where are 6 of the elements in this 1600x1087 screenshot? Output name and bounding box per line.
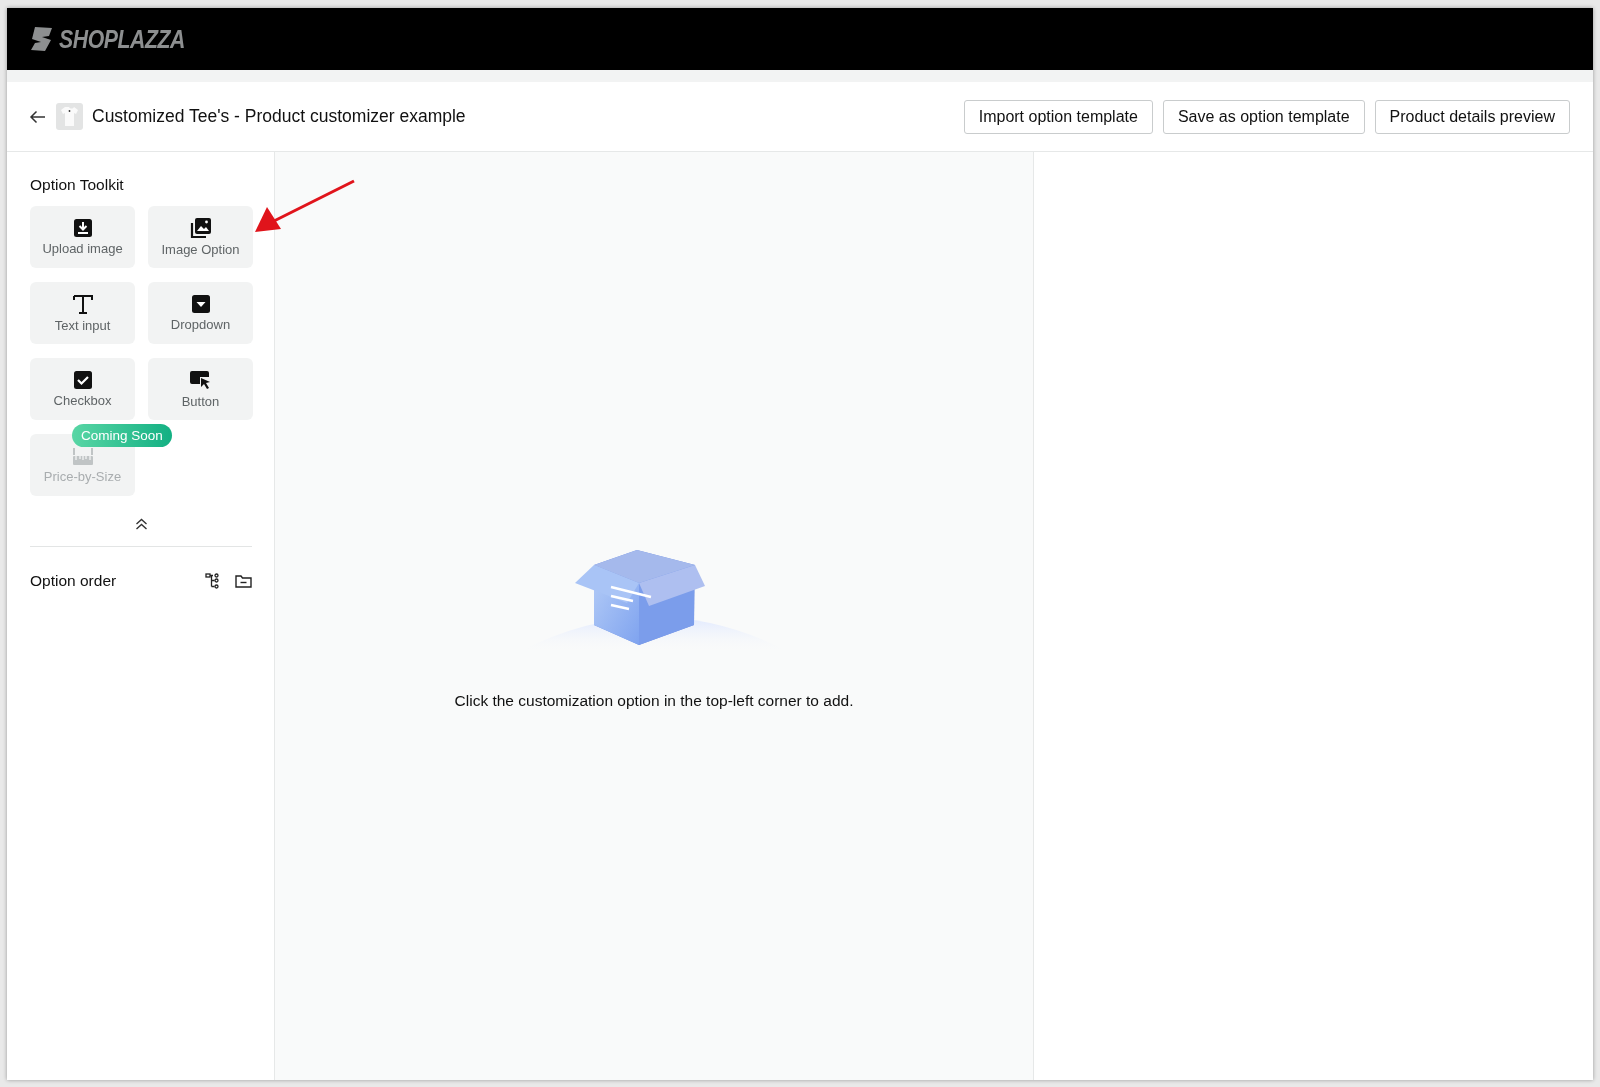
empty-state-message: Click the customization option in the top-left corner to add. xyxy=(454,692,854,710)
toolkit-title: Option Toolkit xyxy=(30,176,125,194)
option-order-title: Option order xyxy=(30,572,118,590)
coming-soon-tooltip: Coming Soon xyxy=(72,424,172,447)
brand-logo: SHOPLAZZA xyxy=(59,24,186,54)
product-title: Customized Tee's - Product customizer example xyxy=(92,106,467,127)
